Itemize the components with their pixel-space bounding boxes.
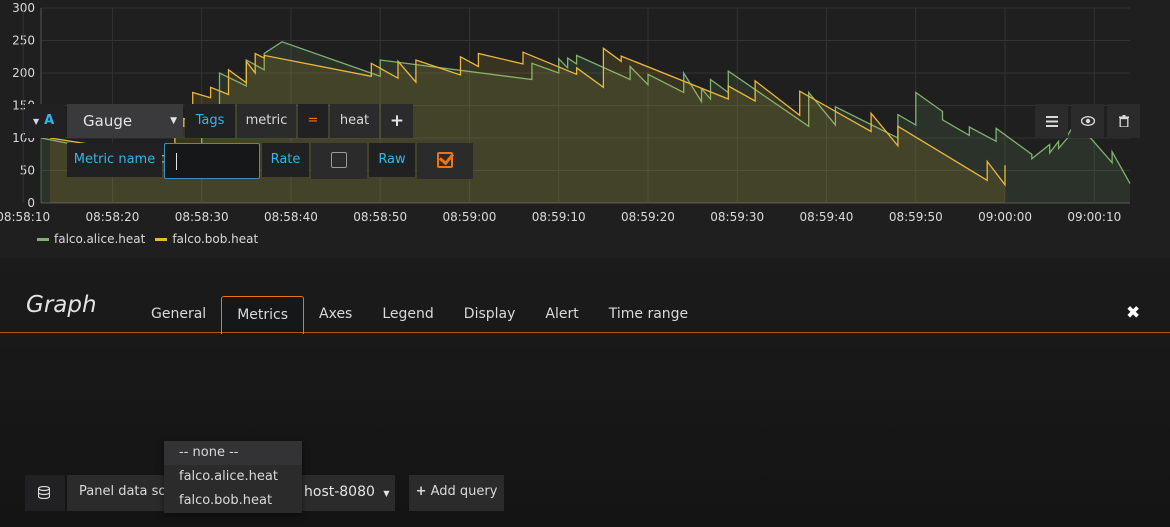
x-tick-label: 09:00:10 [1067,210,1121,224]
legend-item-bob[interactable]: falco.bob.heat [155,232,258,246]
x-tick-label: 08:59:20 [621,210,675,224]
add-tag-button[interactable]: + [381,104,413,138]
query-ref-toggle[interactable]: ▼ A [25,104,65,138]
datasource-value: host-8080 [304,484,375,500]
chevron-down-icon: ▼ [170,116,177,126]
add-query-button[interactable]: + Add query [409,475,504,511]
eye-icon [1080,116,1095,126]
x-tick-label: 09:00:00 [978,210,1032,224]
toggle-visibility-button[interactable] [1071,104,1104,138]
rate-checkbox[interactable] [311,143,367,179]
rate-label: Rate [262,143,309,177]
hamburger-icon [1045,115,1058,127]
add-query-label: Add query [430,484,498,499]
tag-key[interactable]: metric [237,104,296,138]
tags-label: Tags [185,104,235,138]
editor-tabs: General Metrics Axes Legend Display Aler… [136,296,703,334]
tab-alert[interactable]: Alert [530,297,593,333]
legend-label-alice: falco.alice.heat [54,232,146,246]
text-cursor [176,153,177,170]
query-menu-button[interactable] [1035,104,1068,138]
x-tick-label: 08:58:50 [353,210,407,224]
editor-title: Graph [26,292,97,318]
legend-swatch-alice [37,237,49,241]
database-icon [38,486,50,499]
tab-axes[interactable]: Axes [304,297,367,333]
aggregator-select[interactable]: Gauge ▼ [67,104,183,138]
datasource-select[interactable]: host-8080 ▼ [300,475,395,511]
x-tick-label: 08:59:50 [889,210,943,224]
trash-icon [1118,115,1129,127]
aggregator-value: Gauge [83,112,133,130]
raw-label: Raw [369,143,415,177]
raw-checkbox[interactable] [417,143,473,179]
tag-value[interactable]: heat [330,104,379,138]
x-tick-label: 08:58:30 [175,210,229,224]
tab-time-range[interactable]: Time range [594,297,703,333]
x-tick-label: 08:59:00 [443,210,497,224]
x-tick-label: 08:59:40 [800,210,854,224]
suggestion-none[interactable]: -- none -- [164,441,302,465]
tab-legend[interactable]: Legend [367,297,448,333]
datasource-label: Panel data sour [67,475,167,511]
y-tick-label: 50 [20,164,35,178]
x-tick-label: 08:59:10 [532,210,586,224]
tab-metrics[interactable]: Metrics [221,296,305,334]
x-tick-label: 08:58:10 [0,210,50,224]
unchecked-box-icon [331,152,347,168]
metric-name-input[interactable] [164,143,260,179]
query-ref-id: A [44,113,55,128]
legend-label-bob: falco.bob.heat [172,232,259,246]
suggestion-alice[interactable]: falco.alice.heat [164,465,302,489]
suggestion-bob[interactable]: falco.bob.heat [164,489,302,513]
x-tick-label: 08:58:20 [85,210,139,224]
tabs-underline [0,332,1170,333]
x-tick-label: 08:58:40 [264,210,318,224]
caret-down-icon: ▼ [383,489,390,498]
legend-item-alice[interactable]: falco.alice.heat [37,232,145,246]
y-tick-label: 0 [27,196,35,210]
legend-swatch-bob [155,237,168,241]
metric-name-label: Metric name [67,143,162,177]
checkmark-icon [437,152,453,168]
metric-suggestions: -- none -- falco.alice.heat falco.bob.he… [164,441,302,513]
plus-icon: + [415,484,427,499]
collapse-caret-icon: ▼ [33,117,40,126]
close-editor-icon[interactable]: ✖ [1126,303,1140,323]
delete-query-button[interactable] [1107,104,1140,138]
datasource-icon-box [25,475,65,511]
tab-general[interactable]: General [136,297,221,333]
tab-display[interactable]: Display [449,297,531,333]
tag-operator: = [298,104,328,138]
chart-legend: falco.alice.heat falco.bob.heat [37,232,258,246]
x-tick-label: 08:59:30 [710,210,764,224]
